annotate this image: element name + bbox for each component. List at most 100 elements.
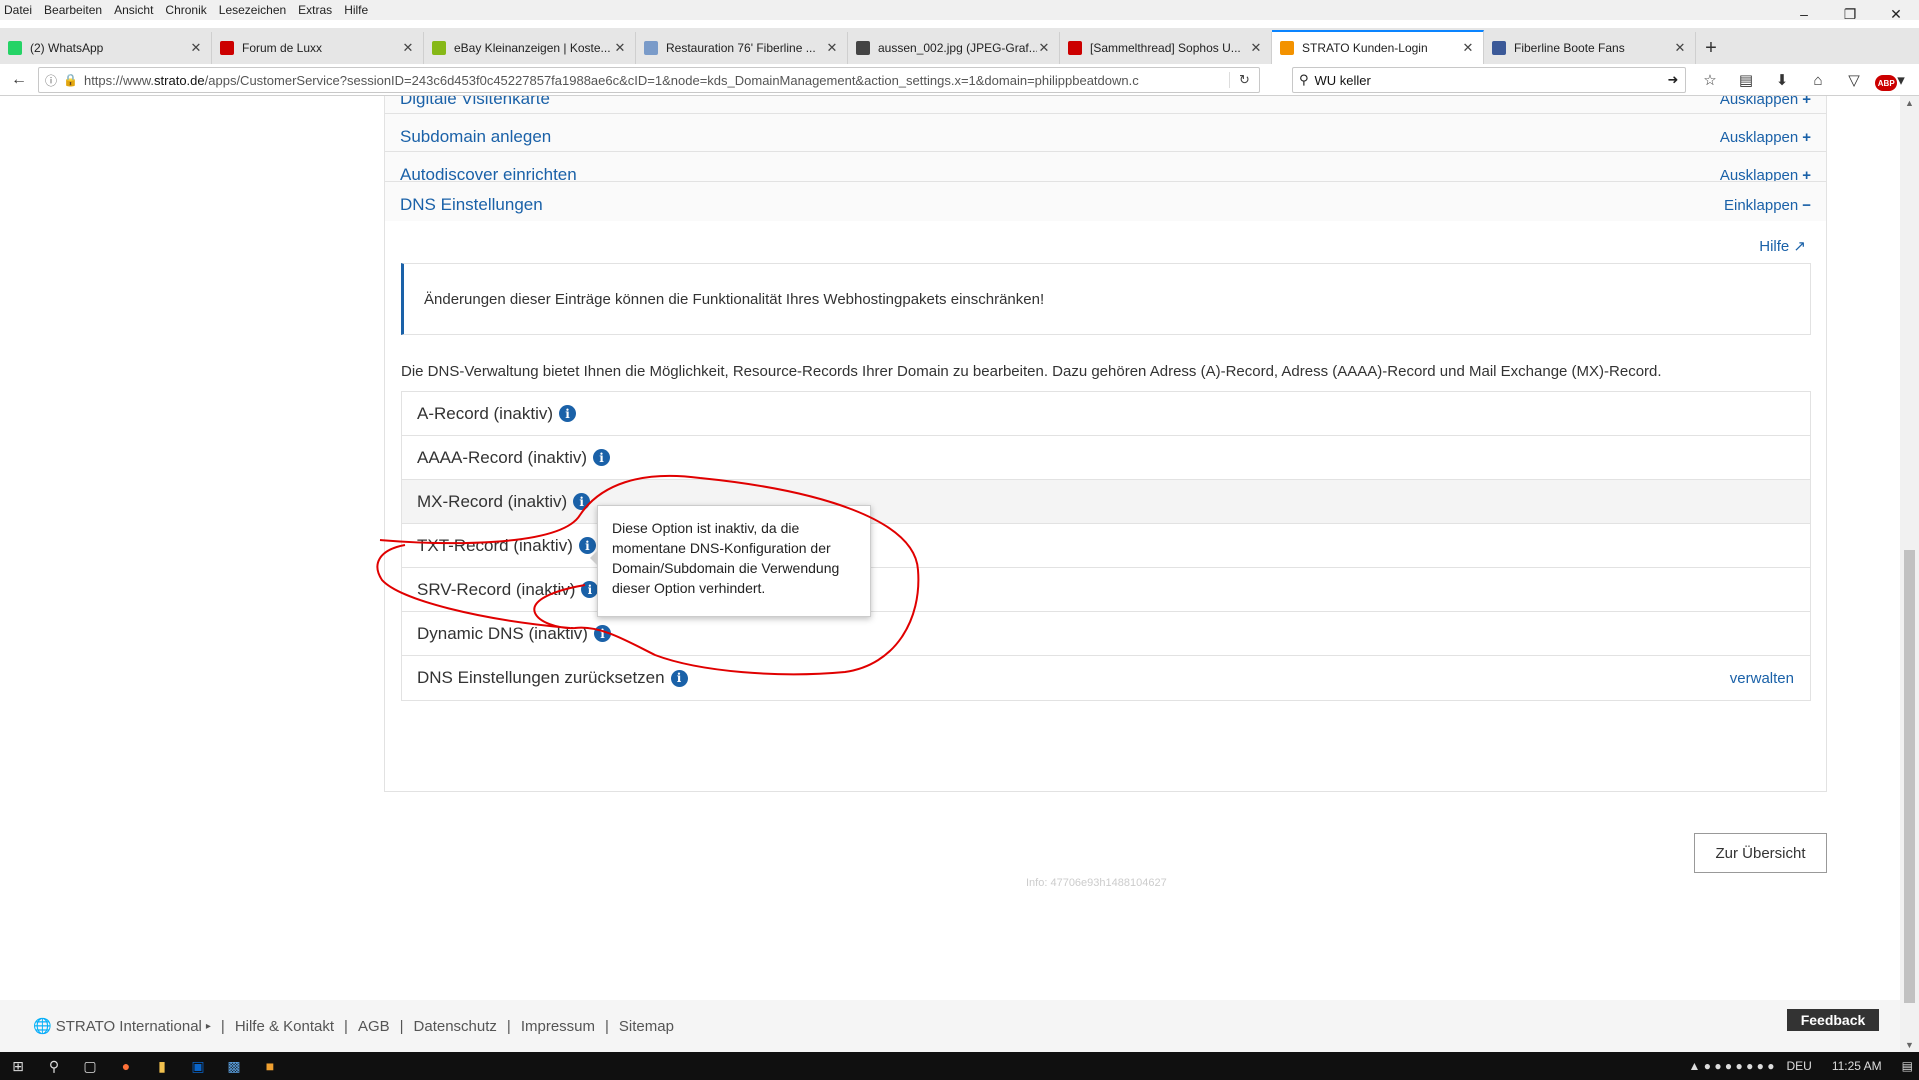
browser-tab[interactable]: (2) WhatsApp ✕ [0,32,212,64]
url-text[interactable]: https://www.strato.de/apps/CustomerServi… [84,73,1229,88]
menu-ansicht[interactable]: Ansicht [114,3,153,17]
explorer-icon[interactable]: ▮ [144,1052,180,1080]
outlook-icon[interactable]: ▣ [180,1052,216,1080]
info-icon[interactable]: ⓘ [45,72,57,89]
dns-record-label: AAAA-Record (inaktiv) [417,447,588,467]
dns-record-label: MX-Record (inaktiv) [417,491,568,511]
menu-chronik[interactable]: Chronik [165,3,206,17]
tab-title: (2) WhatsApp [30,41,104,55]
close-tab-icon[interactable]: ✕ [189,40,203,56]
browser-tab[interactable]: aussen_002.jpg (JPEG-Graf... ✕ [848,32,1060,64]
browser-tab[interactable]: Fiberline Boote Fans ✕ [1484,32,1696,64]
accordion-toggle[interactable]: Ausklappen + [1720,129,1811,146]
footer-separator: | [506,1017,511,1035]
accordion-title[interactable]: Subdomain anlegen [400,127,551,147]
info-icon[interactable]: i [559,405,577,422]
minus-icon: − [1802,196,1811,214]
browser-tab[interactable]: eBay Kleinanzeigen | Koste... ✕ [424,32,636,64]
firefox-icon[interactable]: ● [108,1052,144,1080]
url-bar[interactable]: ⓘ 🔒 https://www.strato.de/apps/CustomerS… [38,67,1260,93]
dns-intro-text: Die DNS-Verwaltung bietet Ihnen die Mögl… [401,363,1662,380]
dns-record-label: Dynamic DNS (inaktiv) [417,623,588,643]
toggle-label: Ausklappen [1719,128,1799,146]
adblock-icon[interactable]: ABP ▾ [1872,66,1908,94]
menu-extras[interactable]: Extras [298,3,332,17]
footer-separator: | [220,1017,225,1035]
menu-bearbeiten[interactable]: Bearbeiten [44,3,102,17]
footer-link[interactable]: Hilfe & Kontakt [235,1018,334,1035]
search-bar[interactable]: ⚲ WU keller ➜ [1292,67,1686,93]
menu-bar: Datei Bearbeiten Ansicht Chronik Lesezeichen… [0,0,1919,20]
tab-title: STRATO Kunden-Login [1302,41,1428,55]
search-icon: ⚲ [1299,72,1309,87]
minimize-icon[interactable]: – [1781,0,1827,28]
menu-datei[interactable]: Datei [4,3,32,17]
footer-brand-link[interactable]: STRATO International [56,1018,202,1035]
browser-tab[interactable]: Forum de Luxx ✕ [212,32,424,64]
info-icon[interactable]: i [573,493,591,510]
close-tab-icon[interactable]: ✕ [1249,40,1263,56]
dns-record-row: A-Record (inaktiv) i [402,392,1810,436]
accordion-toggle[interactable]: Ausklappen + [1720,96,1811,108]
info-icon[interactable]: i [670,669,688,687]
reload-icon[interactable]: ↻ [1229,72,1259,88]
info-id: Info: 47706e93h1488104627 [1026,877,1167,889]
accordion-title[interactable]: Digitale Visitenkarte [400,96,550,109]
browser-tab[interactable]: Restauration 76' Fiberline ... ✕ [636,32,848,64]
close-tab-icon[interactable]: ✕ [1673,40,1687,56]
new-tab-icon[interactable]: + [1696,32,1726,64]
info-icon[interactable]: i [593,625,611,642]
dns-record-label: DNS Einstellungen zurücksetzen [417,668,665,687]
close-tab-icon[interactable]: ✕ [825,40,839,56]
overview-button[interactable]: Zur Übersicht [1694,833,1827,873]
scroll-up-icon[interactable]: ▲ [1905,98,1914,108]
luxx-icon [1068,41,1082,55]
close-tab-icon[interactable]: ✕ [401,40,415,56]
browser-tab[interactable]: STRATO Kunden-Login ✕ [1272,30,1484,64]
language-indicator[interactable]: DEU [1787,1059,1812,1073]
info-icon[interactable]: i [593,449,611,466]
task-view-icon[interactable]: ▢ [72,1052,108,1080]
search-icon[interactable]: ⚲ [36,1052,72,1080]
footer-link[interactable]: Sitemap [619,1018,674,1035]
tab-title: Fiberline Boote Fans [1514,41,1625,55]
manage-link[interactable]: verwalten [1730,670,1794,687]
close-tab-icon[interactable]: ✕ [1037,40,1051,56]
remote-desktop-icon[interactable]: ▩ [216,1052,252,1080]
bookmark-star-icon[interactable]: ☆ [1692,66,1728,94]
footer-link[interactable]: Impressum [521,1018,595,1035]
help-link[interactable]: Hilfe ↗ [1759,237,1806,255]
close-tab-icon[interactable]: ✕ [1461,40,1475,56]
clock[interactable]: 11:25 AM [1832,1059,1882,1073]
restore-icon[interactable]: ❐ [1827,0,1873,28]
info-icon[interactable]: i [581,581,599,598]
footer-link[interactable]: Datenschutz [414,1018,497,1035]
toolbar-icons: ☆ ▤ ⬇ ⌂ ▽ ABP▾ ☰ [1692,66,1919,94]
browser-tab[interactable]: [Sammelthread] Sophos U... ✕ [1060,32,1272,64]
close-window-icon[interactable]: ✕ [1873,0,1919,28]
pocket-icon[interactable]: ▽ [1836,66,1872,94]
tab-title: Forum de Luxx [242,41,323,55]
accordion-title[interactable]: DNS Einstellungen [400,195,543,215]
notification-icon[interactable]: ▤ [1902,1059,1913,1073]
menu-hilfe[interactable]: Hilfe [344,3,368,17]
go-arrow-icon[interactable]: ➜ [1661,72,1685,88]
ebay-icon [432,41,446,55]
tray-icons[interactable]: ▲ ● ● ● ● ● ● ● [1689,1059,1775,1073]
reading-list-icon[interactable]: ▤ [1728,66,1764,94]
footer-link[interactable]: AGB [358,1018,390,1035]
feedback-button[interactable]: Feedback [1787,1009,1879,1031]
home-icon[interactable]: ⌂ [1800,66,1836,94]
download-icon[interactable]: ⬇ [1764,66,1800,94]
scroll-down-icon[interactable]: ▼ [1905,1040,1914,1050]
accordion-toggle[interactable]: Einklappen − [1724,197,1811,214]
back-button[interactable]: ← [4,66,34,94]
scroll-thumb[interactable] [1904,550,1915,1003]
app-icon[interactable]: ■ [252,1052,288,1080]
search-input[interactable]: WU keller [1315,73,1661,88]
windows-start-icon[interactable]: ⊞ [0,1052,36,1080]
menu-lesezeichen[interactable]: Lesezeichen [219,3,286,17]
page-scrollbar[interactable]: ▲ ▼ [1900,96,1919,1052]
facebook-icon [1492,41,1506,55]
close-tab-icon[interactable]: ✕ [613,40,627,56]
